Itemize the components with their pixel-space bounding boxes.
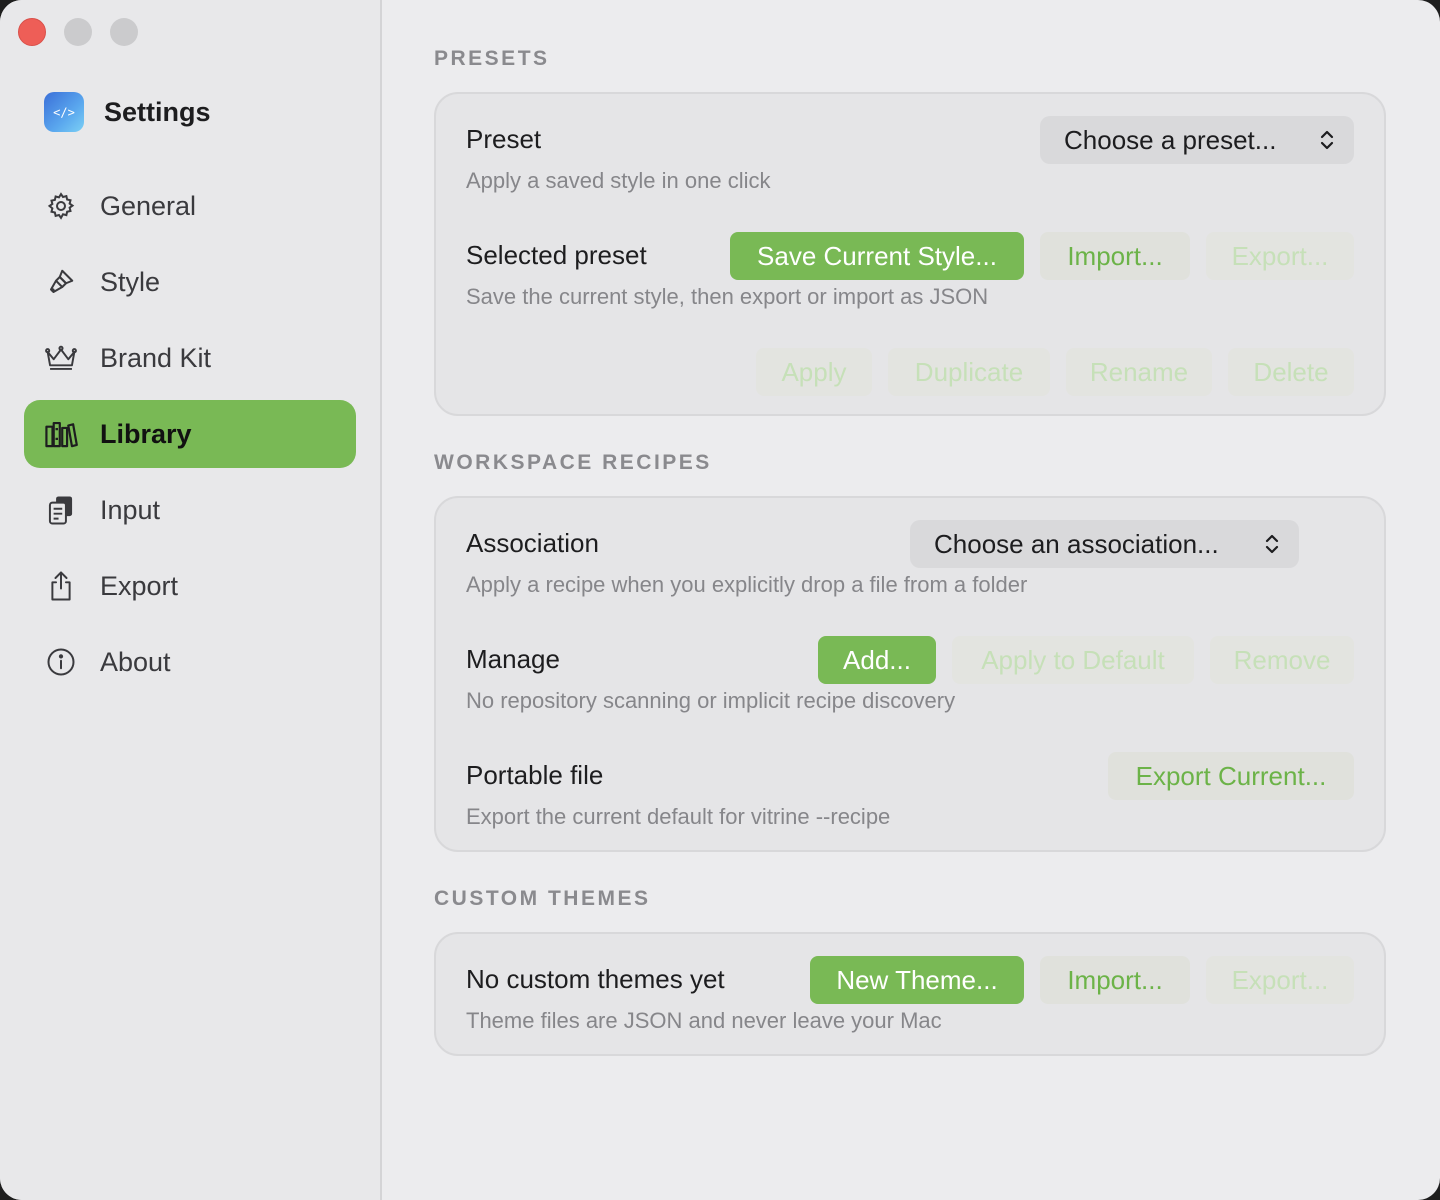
portable-file-description: Export the current default for vitrine -…	[466, 804, 891, 829]
add-recipe-button[interactable]: Add...	[818, 636, 936, 684]
sidebar-item-export[interactable]: Export	[24, 552, 356, 620]
manage-row: Manage Add... Apply to Default Remove	[466, 636, 1354, 684]
preset-label: Preset	[466, 124, 542, 154]
selected-preset-buttons: Save Current Style... Import... Export..…	[730, 232, 1354, 280]
selected-preset-description: Save the current style, then export or i…	[466, 284, 989, 309]
share-icon	[44, 569, 78, 603]
save-current-style-button[interactable]: Save Current Style...	[730, 232, 1024, 280]
custom-themes-card: No custom themes yet New Theme... Import…	[434, 932, 1386, 1056]
sidebar-item-label: General	[100, 190, 197, 221]
manage-buttons: Add... Apply to Default Remove	[818, 636, 1354, 684]
sidebar-nav: General Style Brand Kit Library Input Ex…	[24, 172, 356, 704]
selected-preset-label: Selected preset	[466, 240, 647, 270]
delete-preset-button[interactable]: Delete	[1228, 348, 1354, 396]
sidebar-item-label: Export	[100, 570, 179, 601]
sidebar-item-input[interactable]: Input	[24, 476, 356, 544]
sidebar-item-label: About	[100, 646, 171, 677]
sidebar-item-library[interactable]: Library	[24, 400, 356, 468]
new-theme-button[interactable]: New Theme...	[810, 956, 1024, 1004]
sidebar-item-general[interactable]: General	[24, 172, 356, 240]
apply-preset-button[interactable]: Apply	[756, 348, 872, 396]
apply-to-default-button[interactable]: Apply to Default	[952, 636, 1194, 684]
close-window-button[interactable]	[18, 18, 46, 46]
svg-text:</>: </>	[53, 106, 75, 120]
sidebar-item-label: Library	[100, 418, 192, 449]
portable-file-row: Portable file Export Current...	[466, 752, 1354, 800]
manage-label: Manage	[466, 644, 560, 674]
custom-themes-empty-label: No custom themes yet	[466, 964, 725, 994]
preset-actions-row: Apply Duplicate Rename Delete	[466, 348, 1354, 396]
app-title: Settings	[104, 96, 211, 127]
export-preset-button[interactable]: Export...	[1206, 232, 1354, 280]
presets-card: Preset Choose a preset... Apply a saved …	[434, 92, 1386, 416]
manage-description: No repository scanning or implicit recip…	[466, 688, 956, 713]
preset-action-buttons: Apply Duplicate Rename Delete	[756, 348, 1354, 396]
section-title-workspace-recipes: WORKSPACE RECIPES	[434, 451, 712, 474]
main-content: PRESETS Preset Choose a preset... Apply …	[382, 0, 1440, 1200]
association-select-value: Choose an association...	[934, 528, 1219, 559]
sidebar-item-label: Input	[100, 494, 161, 525]
gear-icon	[44, 189, 78, 223]
export-current-button[interactable]: Export Current...	[1108, 752, 1354, 800]
duplicate-preset-button[interactable]: Duplicate	[888, 348, 1050, 396]
rename-preset-button[interactable]: Rename	[1066, 348, 1212, 396]
app-header: </> Settings	[44, 92, 211, 132]
selected-preset-row: Selected preset Save Current Style... Im…	[466, 232, 1354, 280]
sidebar-item-label: Brand Kit	[100, 342, 212, 373]
sidebar-item-style[interactable]: Style	[24, 248, 356, 316]
crown-icon	[44, 341, 78, 375]
chevron-up-down-icon	[1263, 532, 1281, 563]
portable-file-label: Portable file	[466, 760, 604, 790]
export-theme-button[interactable]: Export...	[1206, 956, 1354, 1004]
chevron-up-down-icon	[1318, 128, 1336, 159]
sidebar: </> Settings General Style Brand Kit Lib…	[0, 0, 382, 1200]
custom-themes-buttons: New Theme... Import... Export...	[810, 956, 1354, 1004]
section-title-presets: PRESETS	[434, 47, 550, 70]
association-label: Association	[466, 528, 599, 558]
association-description: Apply a recipe when you explicitly drop …	[466, 572, 1028, 597]
custom-themes-description: Theme files are JSON and never leave you…	[466, 1008, 942, 1033]
books-icon	[44, 417, 78, 451]
custom-themes-row: No custom themes yet New Theme... Import…	[466, 956, 1354, 1004]
paintbrush-icon	[44, 265, 78, 299]
workspace-recipes-card: Association Choose an association... App…	[434, 496, 1386, 852]
info-icon	[44, 645, 78, 679]
sidebar-item-label: Style	[100, 266, 161, 297]
preset-row: Preset Choose a preset...	[466, 116, 1354, 164]
portable-file-buttons: Export Current...	[1108, 752, 1354, 800]
association-row: Association Choose an association...	[466, 520, 1354, 568]
sidebar-item-about[interactable]: About	[24, 628, 356, 696]
settings-window: </> Settings General Style Brand Kit Lib…	[0, 0, 1440, 1200]
document-stack-icon	[44, 493, 78, 527]
import-theme-button[interactable]: Import...	[1040, 956, 1190, 1004]
sidebar-item-brand-kit[interactable]: Brand Kit	[24, 324, 356, 392]
section-title-custom-themes: CUSTOM THEMES	[434, 887, 651, 910]
code-brackets-icon: </>	[44, 92, 84, 132]
preset-description: Apply a saved style in one click	[466, 168, 771, 193]
zoom-window-button[interactable]	[110, 18, 138, 46]
minimize-window-button[interactable]	[64, 18, 92, 46]
window-controls	[18, 18, 138, 46]
association-select[interactable]: Choose an association...	[910, 520, 1299, 568]
preset-select-value: Choose a preset...	[1064, 124, 1277, 155]
preset-select[interactable]: Choose a preset...	[1040, 116, 1354, 164]
remove-recipe-button[interactable]: Remove	[1210, 636, 1354, 684]
import-preset-button[interactable]: Import...	[1040, 232, 1190, 280]
